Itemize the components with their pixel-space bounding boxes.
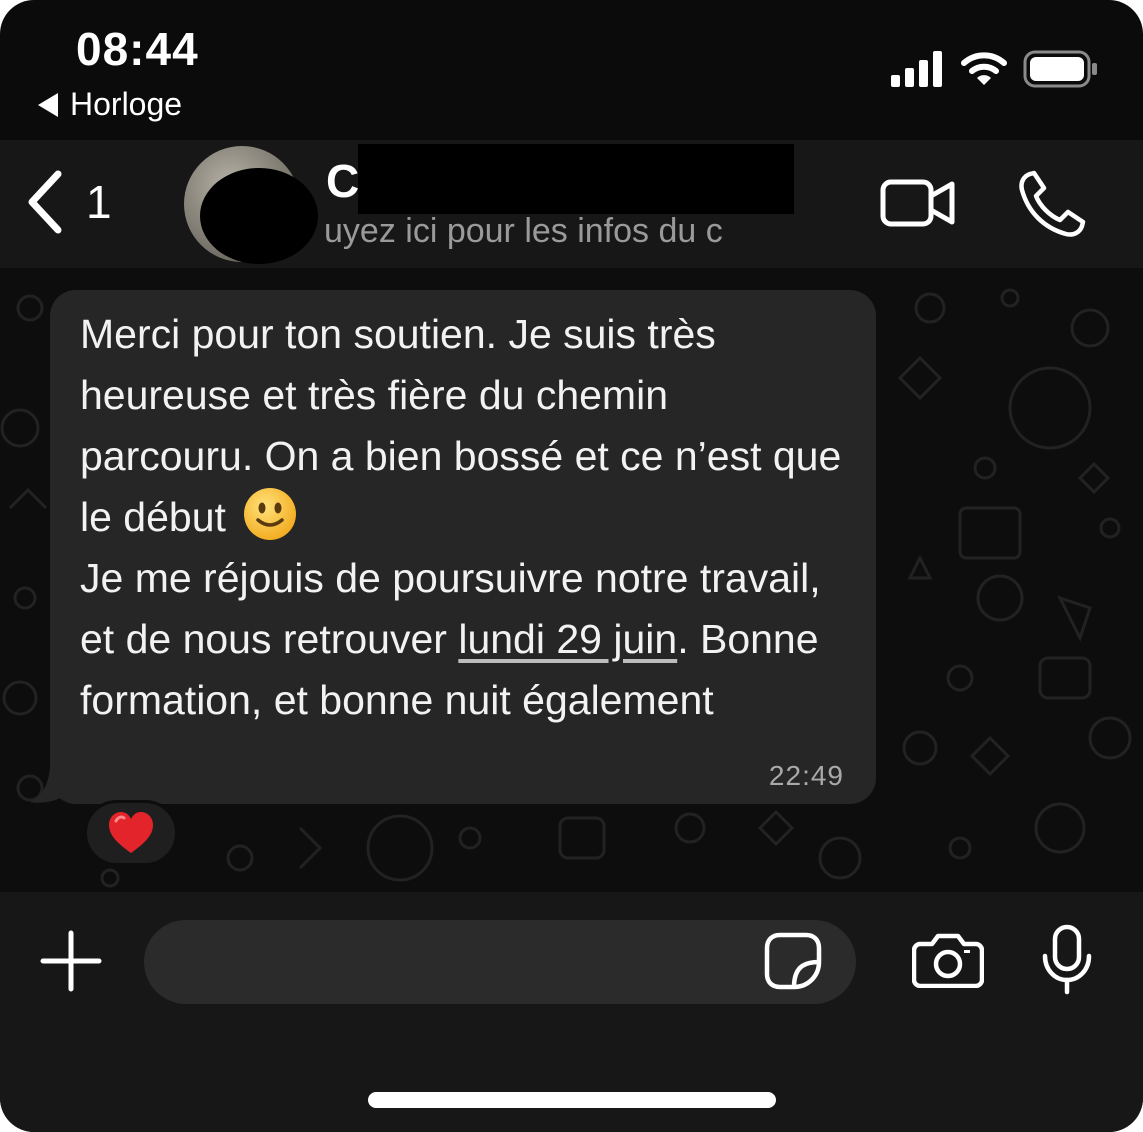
unread-count: 1 <box>86 176 112 228</box>
camera-icon <box>911 933 985 989</box>
status-icons <box>891 50 1099 88</box>
chat-area[interactable]: Merci pour ton soutien. Je suis très heu… <box>0 268 1143 892</box>
video-call-icon <box>880 179 955 227</box>
plus-icon <box>40 930 102 992</box>
phone-call-icon <box>1019 170 1086 237</box>
attach-button[interactable] <box>40 930 102 997</box>
message-input[interactable] <box>144 920 856 1004</box>
back-button[interactable]: 1 <box>24 170 112 234</box>
date-link[interactable]: lundi 29 juin <box>458 616 677 662</box>
home-indicator[interactable] <box>368 1092 776 1108</box>
heart-icon <box>109 812 153 853</box>
back-app-label: Horloge <box>70 86 183 122</box>
message-reaction[interactable] <box>84 800 178 866</box>
name-redaction <box>358 144 794 214</box>
screen: 08:44 Horloge 1 C uyez ici pour les info… <box>0 0 1143 1132</box>
microphone-button[interactable] <box>1040 924 1094 1001</box>
status-time: 08:44 <box>76 23 199 75</box>
signal-icon <box>891 51 942 87</box>
message-timestamp: 22:49 <box>768 760 844 791</box>
contact-info-hint[interactable]: uyez ici pour les infos du c <box>324 212 776 251</box>
back-triangle-icon <box>38 92 58 117</box>
video-call-button[interactable] <box>880 176 956 235</box>
message-text-part: Merci pour ton soutien. Je suis très heu… <box>80 311 842 540</box>
back-to-app-link[interactable]: Horloge <box>38 86 182 123</box>
message-text: Merci pour ton soutien. Je suis très heu… <box>80 304 846 731</box>
sticker-button[interactable] <box>764 932 822 995</box>
chat-header: 1 C uyez ici pour les infos du c <box>0 140 1143 268</box>
avatar-redaction <box>200 168 318 264</box>
chevron-left-icon <box>28 170 62 234</box>
camera-button[interactable] <box>911 932 985 993</box>
battery-icon <box>1023 50 1097 88</box>
input-bar <box>0 892 1143 1132</box>
contact-name[interactable]: C <box>326 154 359 208</box>
microphone-icon <box>1042 924 1092 995</box>
slightly-smiling-face-icon <box>244 488 297 540</box>
wifi-icon <box>961 52 1007 85</box>
message-bubble[interactable]: Merci pour ton soutien. Je suis très heu… <box>50 290 876 804</box>
voice-call-button[interactable] <box>1016 170 1086 245</box>
sticker-icon <box>764 932 822 990</box>
